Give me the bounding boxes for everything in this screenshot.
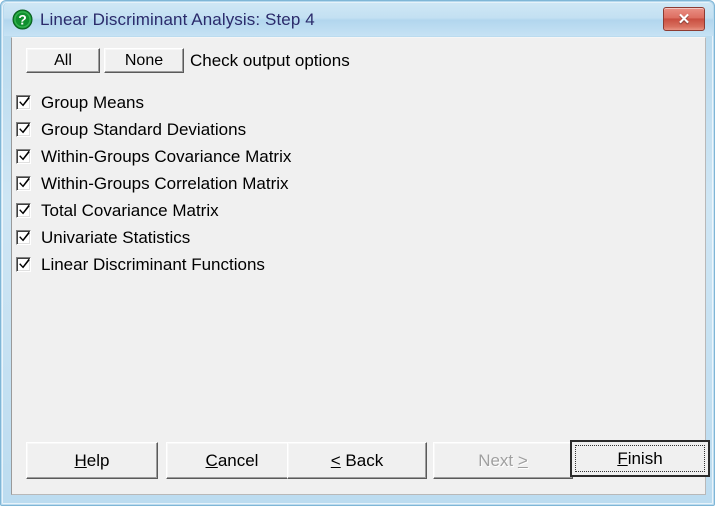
option-checkbox-row[interactable]: Group Standard Deviations	[16, 116, 466, 143]
next-button-label: Next >	[478, 450, 528, 470]
title-bar[interactable]: ? Linear Discriminant Analysis: Step 4 ✕	[4, 3, 713, 36]
checkmark-icon	[19, 258, 30, 269]
close-icon: ✕	[677, 10, 691, 28]
checkbox-icon[interactable]	[16, 95, 31, 110]
instruction-label: Check output options	[190, 51, 350, 70]
focus-ring	[575, 445, 705, 472]
select-none-button[interactable]: None	[104, 48, 184, 73]
checkbox-icon[interactable]	[16, 230, 31, 245]
option-label: Univariate Statistics	[41, 227, 191, 247]
dialog-window: ? Linear Discriminant Analysis: Step 4 ✕…	[0, 0, 715, 506]
checkmark-icon	[19, 150, 30, 161]
back-button-label: < Back	[330, 450, 384, 470]
close-button[interactable]: ✕	[663, 7, 705, 31]
option-checkbox-row[interactable]: Within-Groups Covariance Matrix	[16, 143, 466, 170]
checkbox-icon[interactable]	[16, 203, 31, 218]
svg-text:?: ?	[18, 12, 27, 28]
checkmark-icon	[19, 123, 30, 134]
option-label: Total Covariance Matrix	[41, 200, 219, 220]
help-button-label: Help	[74, 450, 110, 470]
checkbox-icon[interactable]	[16, 257, 31, 272]
option-label: Within-Groups Correlation Matrix	[41, 173, 289, 193]
option-checkbox-row[interactable]: Within-Groups Correlation Matrix	[16, 170, 466, 197]
back-button[interactable]: < Back	[287, 442, 427, 479]
option-checkbox-row[interactable]: Linear Discriminant Functions	[16, 251, 466, 278]
checkbox-icon[interactable]	[16, 149, 31, 164]
help-button[interactable]: Help	[26, 442, 158, 479]
cancel-button-label: Cancel	[205, 450, 259, 470]
checkmark-icon	[19, 204, 30, 215]
option-label: Group Means	[41, 92, 144, 112]
output-options-list: Group Means Group Standard Deviations With…	[16, 89, 466, 278]
question-mark-icon: ?	[12, 9, 33, 30]
option-label: Group Standard Deviations	[41, 119, 247, 139]
option-checkbox-row[interactable]: Group Means	[16, 89, 466, 116]
checkmark-icon	[19, 96, 30, 107]
option-checkbox-row[interactable]: Univariate Statistics	[16, 224, 466, 251]
checkbox-icon[interactable]	[16, 176, 31, 191]
checkbox-icon[interactable]	[16, 122, 31, 137]
window-title: Linear Discriminant Analysis: Step 4	[40, 10, 315, 29]
select-all-label: All	[54, 51, 72, 69]
cancel-button[interactable]: Cancel	[166, 442, 298, 479]
option-checkbox-row[interactable]: Total Covariance Matrix	[16, 197, 466, 224]
select-all-button[interactable]: All	[26, 48, 100, 73]
finish-button[interactable]: Finish	[570, 440, 710, 477]
select-none-label: None	[124, 51, 164, 69]
dialog-client-area: All None Check output options Group Mean…	[11, 37, 710, 495]
checkmark-icon	[19, 177, 30, 188]
option-label: Linear Discriminant Functions	[41, 254, 265, 274]
option-label: Within-Groups Covariance Matrix	[41, 146, 292, 166]
checkmark-icon	[19, 231, 30, 242]
next-button: Next >	[433, 442, 573, 479]
